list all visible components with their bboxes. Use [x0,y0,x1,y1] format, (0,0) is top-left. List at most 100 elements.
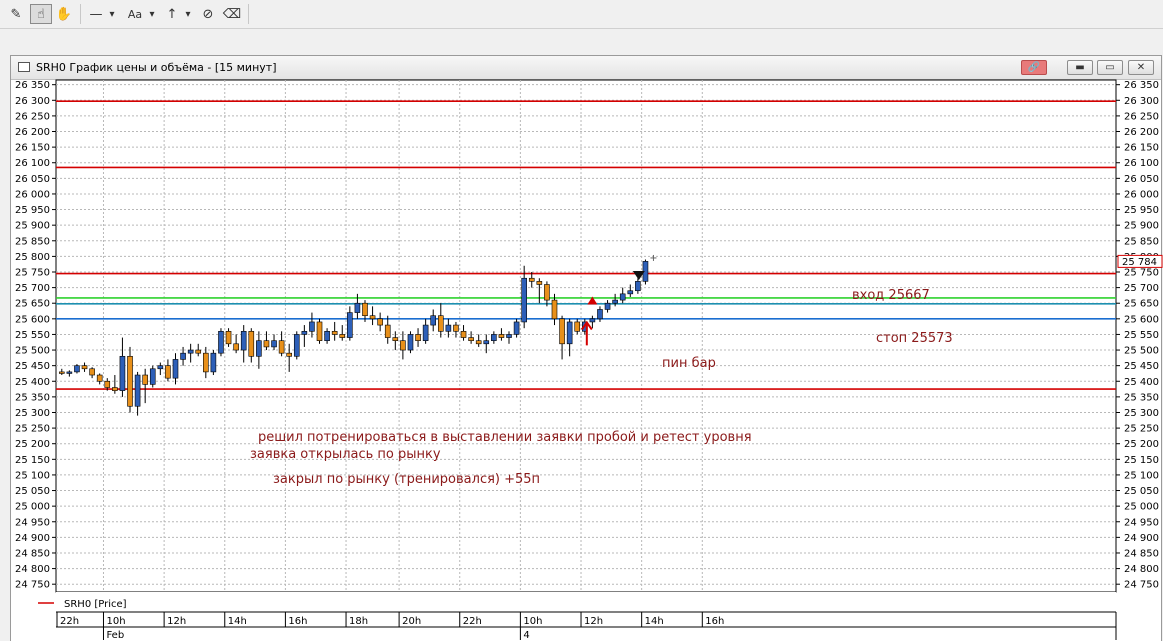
candle-body [377,318,383,326]
y-tick-label-left: 24 850 [15,548,50,559]
y-tick-label-left: 26 000 [15,189,50,200]
y-tick-label-left: 25 800 [15,252,50,263]
stop-annotation[interactable]: стоп 25573 [876,331,953,346]
candle-body [248,331,255,357]
candle-body [430,315,437,326]
y-tick-label-right: 24 900 [1124,533,1159,544]
candle-body [536,281,543,285]
y-tick-label-left: 26 250 [15,111,50,122]
candle-body [172,359,179,379]
candle-body [203,352,209,373]
y-tick-label-right: 25 100 [1124,470,1159,481]
y-tick-label-right: 24 800 [1124,564,1159,575]
y-tick-label-right: 25 350 [1124,392,1159,403]
candle-body [66,371,73,374]
y-tick-label-right: 25 550 [1124,330,1159,341]
y-tick-label-left: 25 650 [15,299,50,310]
y-tick-label-left: 26 350 [15,80,50,91]
y-tick-label-left: 25 550 [15,330,50,341]
y-tick-label-left: 25 700 [15,283,50,294]
candle-body [544,284,550,301]
candle-body [233,343,239,351]
candle-body [210,352,217,373]
y-tick-label-left: 24 950 [15,517,50,528]
y-tick-label-left: 25 100 [15,470,50,481]
candle-body [157,365,164,370]
candle-body [149,368,156,385]
candle-body [513,321,520,335]
entry-annotation[interactable]: вход 25667 [852,288,930,303]
candle-body [392,337,399,341]
y-tick-label-right: 26 300 [1124,96,1159,107]
candle-body [498,334,505,338]
candle-body [627,290,634,295]
y-tick-label-left: 25 400 [15,377,50,388]
y-tick-label-right: 25 450 [1124,361,1159,372]
x-time-label: 20h [402,616,421,627]
candle-body [384,324,391,338]
candle-body [58,371,65,374]
candle-body [119,355,126,391]
y-tick-label-left: 26 200 [15,127,50,138]
y-tick-label-left: 25 150 [15,455,50,466]
y-tick-label-right: 24 750 [1124,580,1159,591]
candle-body [506,334,512,338]
candle-body [491,334,497,341]
y-tick-label-left: 25 850 [15,236,50,247]
y-tick-label-right: 26 150 [1124,143,1159,154]
y-tick-label-right: 25 500 [1124,346,1159,357]
candle-body [635,281,641,292]
x-time-label: 10h [106,616,125,627]
y-tick-label-left: 26 150 [15,143,50,154]
y-tick-label-left: 24 800 [15,564,50,575]
candle-body [96,374,103,382]
candle-body [89,368,95,376]
y-tick-label-left: 26 300 [15,96,50,107]
candle-body [422,324,429,341]
y-tick-label-left: 26 050 [15,174,50,185]
candle-body [180,352,186,360]
candle-body [407,334,414,351]
candle-body [566,321,573,345]
candle-body [104,380,111,388]
candle-body [551,299,558,320]
y-tick-label-left: 25 450 [15,361,50,372]
x-time-label: 12h [167,616,186,627]
candle-body [271,340,277,348]
candle-body [574,321,581,332]
y-tick-label-left: 25 900 [15,221,50,232]
y-tick-label-right: 25 400 [1124,377,1159,388]
price-chart[interactable]: 26 350 26 300 26 250 26 200 26 150 26 100 26 0… [0,0,1163,640]
x-time-label: 16h [288,616,307,627]
pinbar-annotation[interactable]: пин бар [662,356,716,371]
candle-body [400,340,406,351]
y-tick-label-right: 26 250 [1124,111,1159,122]
candle-body [589,318,596,323]
candle-body [286,352,292,357]
candle-body [347,312,353,338]
candle-body [604,302,611,310]
y-tick-label-right: 25 750 [1124,268,1159,279]
candle-body [354,302,361,313]
x-axis: SRH0 [Price] 22h 10h 12h 14h 16h 18h 20h 22h 10h 1… [38,592,1117,640]
y-tick-label-left: 24 900 [15,533,50,544]
y-tick-label-left: 25 750 [15,268,50,279]
x-time-label: 14h [645,616,664,627]
current-price-label: 25 784 [1122,257,1157,268]
y-tick-label-left: 25 950 [15,205,50,216]
x-time-label: 12h [584,616,603,627]
comment-line-1[interactable]: решил потренироваться в выставлении заяв… [258,430,752,445]
legend-label: SRH0 [Price] [64,599,127,610]
y-tick-label-right: 25 200 [1124,439,1159,450]
candle-body [453,324,459,332]
candle-body [81,365,88,370]
candle-body [362,302,368,317]
candle-body [74,365,80,373]
y-tick-label-right: 25 950 [1124,205,1159,216]
comment-line-2[interactable]: заявка открылась по рынку [250,447,441,462]
candle-body [134,374,141,407]
candle-body [619,293,626,301]
candle-body [559,318,565,345]
y-tick-label-right: 25 600 [1124,314,1159,325]
comment-line-3[interactable]: закрыл по рынку (тренировался) +55п [273,472,540,487]
